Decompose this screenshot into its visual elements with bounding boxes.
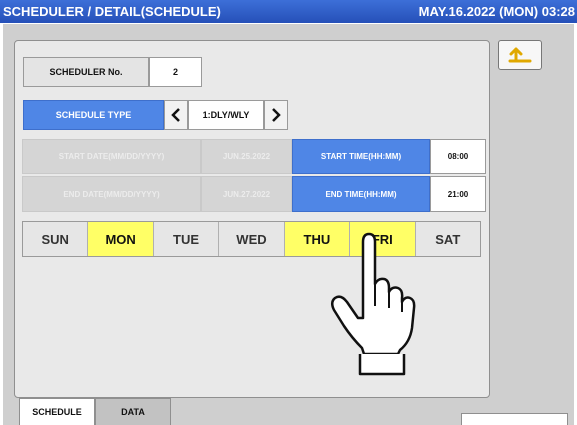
screen-title: SCHEDULER / DETAIL(SCHEDULE) <box>3 4 221 19</box>
schedule-type-value: 1:DLY/WLY <box>188 100 264 130</box>
pointing-hand-icon <box>331 232 416 376</box>
day-toggle-sat[interactable]: SAT <box>415 222 480 256</box>
tab-schedule[interactable]: SCHEDULE <box>19 398 95 425</box>
chevron-right-icon <box>272 108 281 122</box>
title-bar: SCHEDULER / DETAIL(SCHEDULE) MAY.16.2022… <box>0 0 577 23</box>
start-date-label: START DATE(MM/DD/YYYY) <box>22 139 201 174</box>
start-date-value: JUN.25.2022 <box>201 139 292 174</box>
end-date-value: JUN.27.2022 <box>201 176 292 212</box>
schedule-detail-panel <box>14 40 490 398</box>
scheduler-no-value[interactable]: 2 <box>149 57 202 87</box>
schedule-type-label: SCHEDULE TYPE <box>23 100 164 130</box>
back-button[interactable] <box>498 40 542 70</box>
day-toggle-tue[interactable]: TUE <box>153 222 220 256</box>
status-box <box>461 413 568 425</box>
day-toggle-sun[interactable]: SUN <box>23 222 89 256</box>
end-date-label: END DATE(MM/DD/YYYY) <box>22 176 201 212</box>
start-time-label: START TIME(HH:MM) <box>292 139 430 174</box>
chevron-left-icon <box>171 108 180 122</box>
day-toggle-mon[interactable]: MON <box>88 222 154 256</box>
scheduler-no-label: SCHEDULER No. <box>23 57 149 87</box>
schedule-type-next-button[interactable] <box>264 100 288 130</box>
return-arrow-icon <box>508 47 532 63</box>
start-time-value[interactable]: 08:00 <box>430 139 486 174</box>
day-toggle-wed[interactable]: WED <box>219 222 285 256</box>
end-time-label: END TIME(HH:MM) <box>292 176 430 212</box>
schedule-type-prev-button[interactable] <box>164 100 188 130</box>
datetime-display: MAY.16.2022 (MON) 03:28 <box>418 4 575 19</box>
end-time-value[interactable]: 21:00 <box>430 176 486 212</box>
tab-data[interactable]: DATA <box>95 398 171 425</box>
